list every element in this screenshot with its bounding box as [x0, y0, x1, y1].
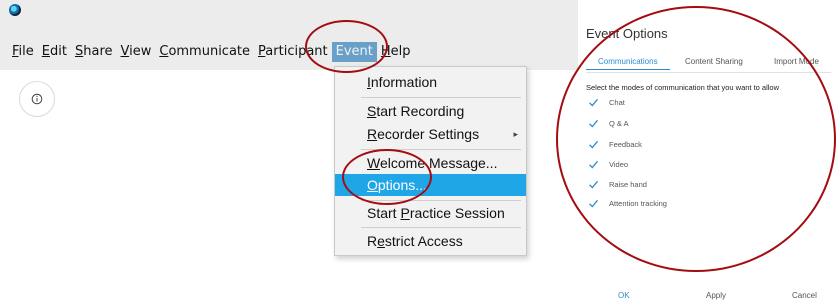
menu-help[interactable]: Help	[377, 42, 415, 62]
menu-communicate[interactable]: Communicate	[155, 42, 254, 62]
menu-item-restrict-access[interactable]: Restrict Access	[335, 230, 526, 252]
dialog-title: Event Options	[586, 26, 668, 41]
checkmark-icon	[589, 160, 598, 168]
option-feedback[interactable]: Feedback	[588, 137, 642, 151]
option-q-and-a[interactable]: Q & A	[588, 116, 629, 130]
active-tab-underline	[586, 69, 670, 70]
dialog-tabs: Communications Content Sharing Import Mo…	[586, 57, 831, 71]
menu-separator	[361, 97, 521, 98]
info-button[interactable]	[19, 81, 55, 117]
tab-import-mode[interactable]: Import Mode	[774, 57, 819, 66]
menu-bar: File Edit Share View Communicate Partici…	[8, 42, 415, 62]
app-logo-icon	[9, 4, 21, 16]
menu-item-information[interactable]: Information	[335, 71, 526, 93]
submenu-arrow-icon: ▸	[513, 129, 518, 139]
menu-separator	[361, 200, 521, 201]
menu-item-recorder-settings[interactable]: Recorder Settings ▸	[335, 123, 526, 145]
menu-file[interactable]: File	[8, 42, 38, 62]
menu-item-options[interactable]: Options...	[335, 174, 526, 196]
checkmark-icon	[589, 199, 598, 207]
cancel-button[interactable]: Cancel	[792, 291, 817, 300]
menu-item-start-recording[interactable]: Start Recording	[335, 100, 526, 122]
ok-button[interactable]: OK	[618, 291, 630, 300]
menu-separator	[361, 149, 521, 150]
checkmark-icon	[589, 140, 598, 148]
option-raise-hand[interactable]: Raise hand	[588, 177, 647, 191]
menu-participant[interactable]: Participant	[254, 42, 332, 62]
info-icon	[31, 93, 43, 105]
checkmark-icon	[589, 180, 598, 188]
checkmark-icon	[589, 98, 598, 106]
title-bar: File Edit Share View Communicate Partici…	[0, 0, 578, 70]
menu-item-welcome-message[interactable]: Welcome Message...	[335, 152, 526, 174]
event-dropdown-menu: Information Start Recording Recorder Set…	[334, 66, 527, 256]
tab-communications[interactable]: Communications	[598, 57, 658, 66]
app-window: File Edit Share View Communicate Partici…	[0, 0, 578, 304]
tab-content-sharing[interactable]: Content Sharing	[685, 57, 743, 66]
menu-view[interactable]: View	[117, 42, 156, 62]
event-options-dialog: Event Options Communications Content Sha…	[556, 0, 836, 304]
option-video[interactable]: Video	[588, 157, 628, 171]
menu-edit[interactable]: Edit	[38, 42, 71, 62]
option-chat[interactable]: Chat	[588, 95, 625, 109]
instruction-text: Select the modes of communication that y…	[586, 83, 780, 92]
menu-item-start-practice-session[interactable]: Start Practice Session	[335, 202, 526, 224]
tab-divider	[586, 72, 831, 73]
checkmark-icon	[589, 119, 598, 127]
menu-share[interactable]: Share	[71, 42, 117, 62]
apply-button[interactable]: Apply	[706, 291, 726, 300]
menu-separator	[361, 227, 521, 228]
menu-event[interactable]: Event	[331, 42, 377, 62]
option-attention-tracking[interactable]: Attention tracking	[588, 196, 667, 210]
